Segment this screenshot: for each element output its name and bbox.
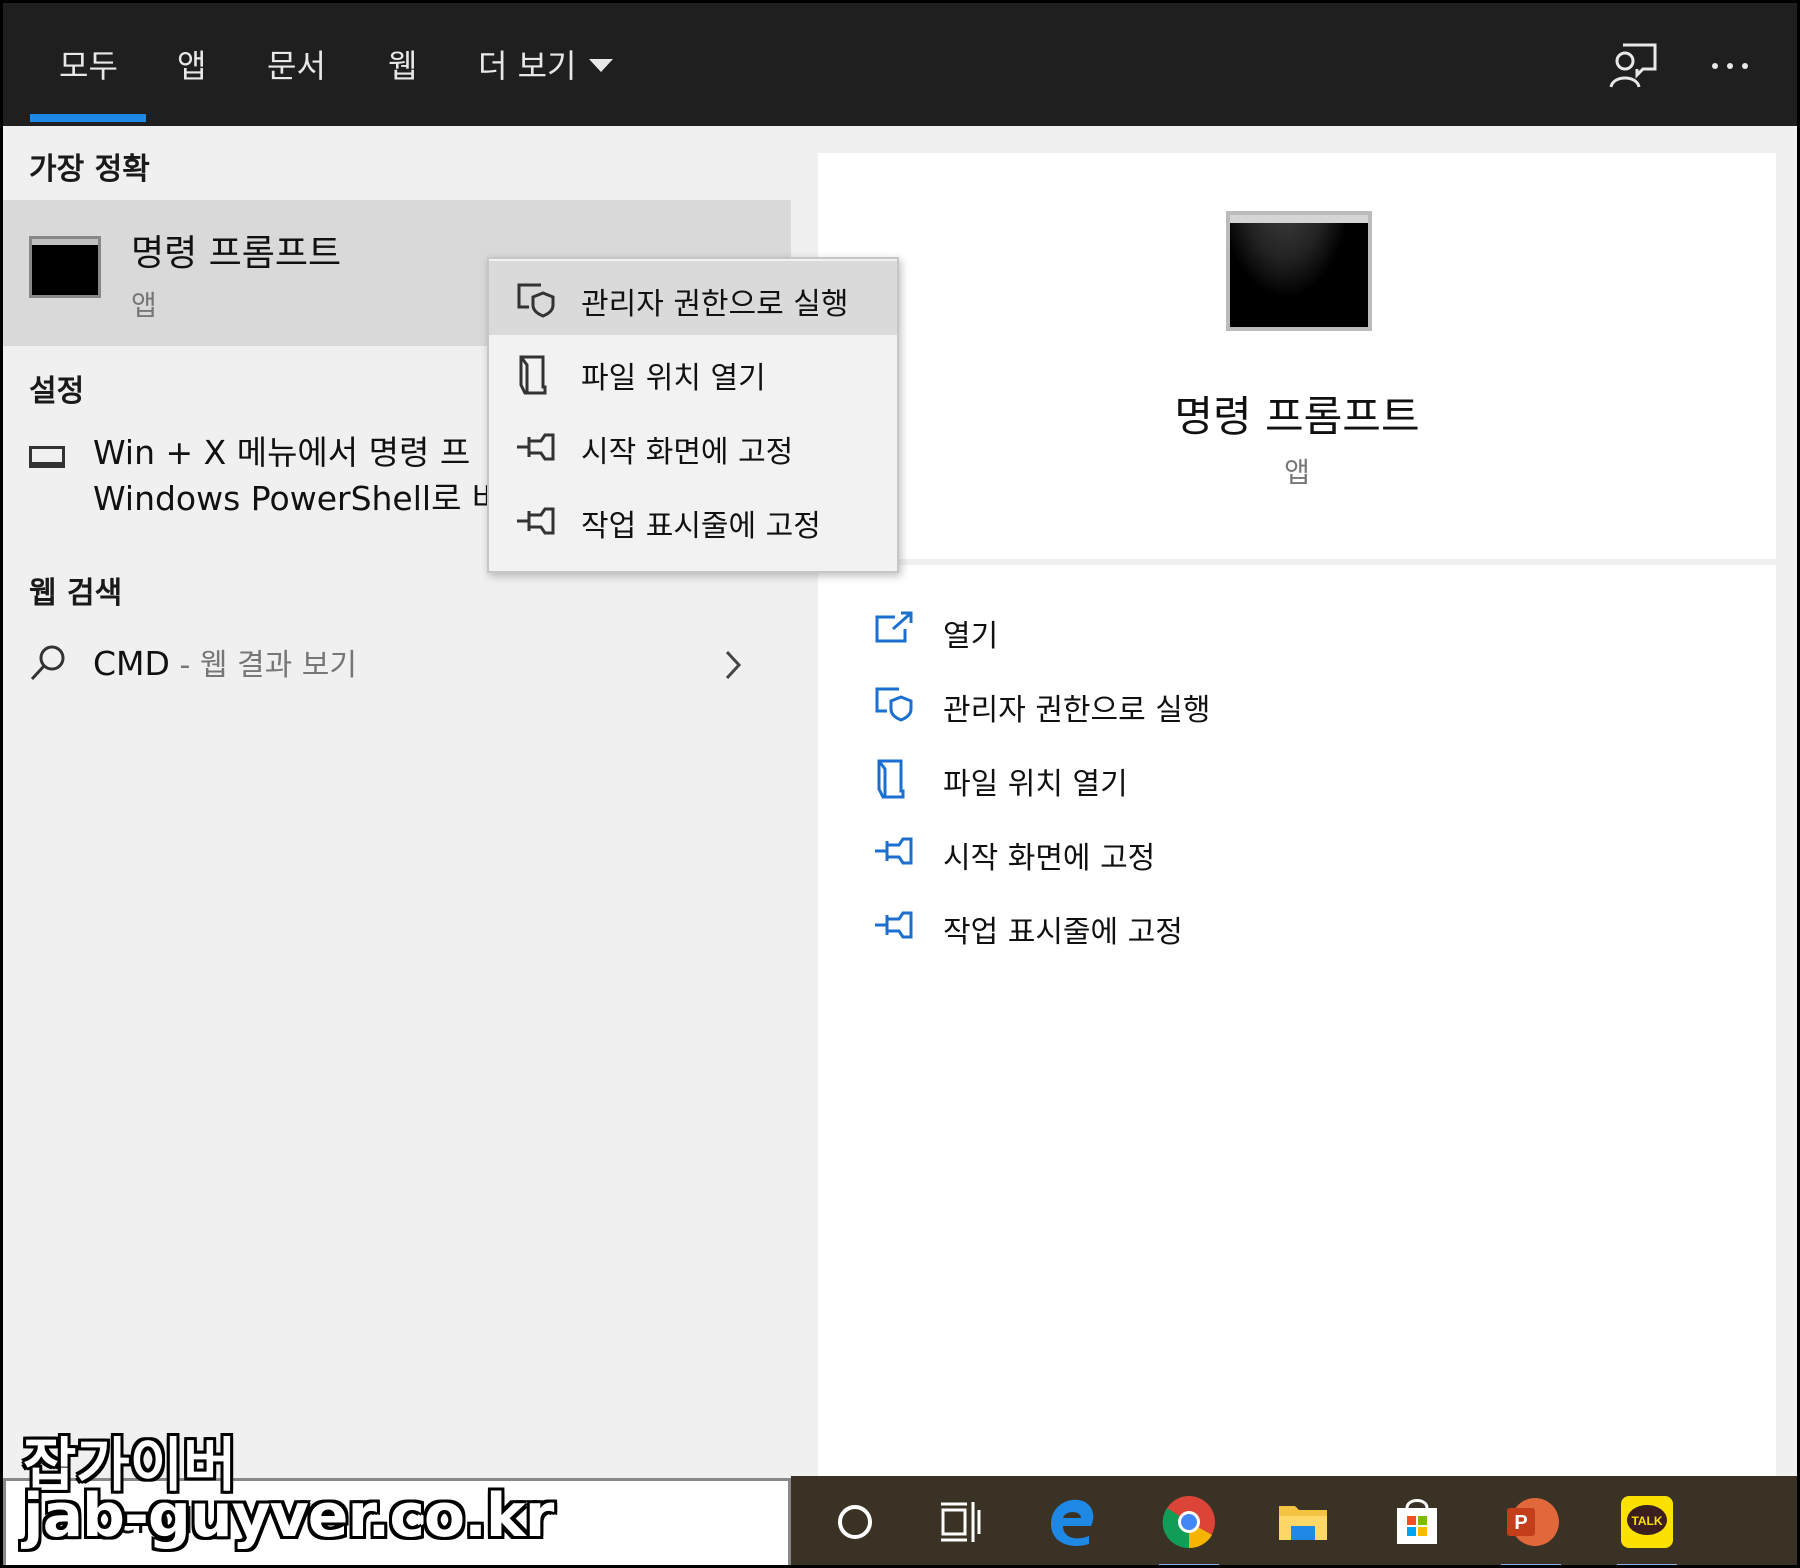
edge-icon[interactable]: [1043, 1492, 1103, 1552]
tab-more-label: 더 보기: [478, 47, 577, 85]
store-icon[interactable]: [1387, 1492, 1447, 1552]
task-view-icon[interactable]: [931, 1492, 991, 1552]
tab-all[interactable]: 모두: [59, 41, 118, 91]
action-label: 작업 표시줄에 고정: [943, 915, 1183, 950]
powerpoint-icon[interactable]: P: [1501, 1492, 1561, 1552]
action-open[interactable]: 열기: [873, 603, 1573, 659]
action-label: 관리자 권한으로 실행: [943, 693, 1211, 728]
preview-pane: 명령 프롬프트 앱 열기 관리자 권한으로 실행 파일 위치 열기 시작 화면에…: [818, 153, 1776, 1476]
web-search-text: CMD - 웹 결과 보기: [93, 640, 357, 684]
feedback-icon[interactable]: [1607, 39, 1661, 93]
pin-icon: [875, 911, 913, 939]
shield-window-icon: [875, 687, 913, 722]
settings-heading: 설정: [29, 374, 85, 409]
action-open-file-location[interactable]: 파일 위치 열기: [873, 751, 1573, 807]
action-label: 파일 위치 열기: [943, 767, 1128, 802]
menu-item-label: 작업 표시줄에 고정: [581, 509, 821, 544]
web-search-result[interactable]: CMD - 웹 결과 보기: [3, 626, 791, 706]
running-indicator: [1159, 1564, 1219, 1565]
taskbar: P TALK: [791, 1476, 1797, 1565]
running-indicator: [1501, 1564, 1561, 1565]
action-run-as-admin[interactable]: 관리자 권한으로 실행: [873, 677, 1573, 733]
menu-item-run-as-admin[interactable]: 관리자 권한으로 실행: [489, 261, 897, 335]
command-prompt-icon: [29, 236, 101, 298]
monitor-icon: [29, 446, 65, 468]
tab-apps[interactable]: 앱: [177, 41, 206, 91]
action-pin-to-taskbar[interactable]: 작업 표시줄에 고정: [873, 899, 1573, 955]
kakaotalk-label: TALK: [1631, 1514, 1662, 1528]
chevron-right-icon[interactable]: [721, 648, 745, 682]
menu-item-label: 파일 위치 열기: [581, 361, 766, 396]
shield-window-icon: [517, 283, 555, 318]
kakaotalk-icon[interactable]: TALK: [1617, 1492, 1677, 1552]
file-explorer-icon[interactable]: [1273, 1492, 1333, 1552]
cortana-icon[interactable]: [825, 1492, 885, 1552]
menu-item-label: 시작 화면에 고정: [581, 435, 794, 470]
tab-documents[interactable]: 문서: [267, 41, 326, 91]
folder-location-icon: [519, 355, 547, 395]
menu-item-pin-to-taskbar[interactable]: 작업 표시줄에 고정: [489, 483, 897, 557]
filter-tab-bar: 모두 앱 문서 웹 더 보기: [3, 3, 1797, 126]
menu-item-open-file-location[interactable]: 파일 위치 열기: [489, 335, 897, 409]
best-match-heading: 가장 정확: [29, 152, 150, 187]
pin-icon: [517, 433, 555, 461]
folder-location-icon: [877, 759, 905, 799]
search-window: 모두 앱 문서 웹 더 보기 가장 정확 명령 프롬프트 앱 설정 Win + …: [0, 0, 1800, 1568]
open-icon: [875, 611, 913, 643]
caret-down-icon: [588, 58, 613, 72]
pin-icon: [517, 507, 555, 535]
menu-item-label: 관리자 권한으로 실행: [581, 287, 849, 322]
search-icon: [30, 645, 65, 681]
action-pin-to-start[interactable]: 시작 화면에 고정: [873, 825, 1573, 881]
menu-item-pin-to-start[interactable]: 시작 화면에 고정: [489, 409, 897, 483]
pin-icon: [875, 837, 913, 865]
web-search-heading: 웹 검색: [29, 576, 123, 611]
preview-title: 명령 프롬프트: [1174, 392, 1420, 441]
web-suffix: 웹 결과 보기: [199, 648, 357, 683]
tab-web[interactable]: 웹: [388, 41, 417, 91]
web-query: CMD: [93, 644, 170, 683]
powerpoint-label: P: [1514, 1512, 1527, 1534]
chrome-icon[interactable]: [1159, 1492, 1219, 1552]
command-prompt-icon: [1226, 211, 1372, 331]
context-menu: 관리자 권한으로 실행 파일 위치 열기 시작 화면에 고정 작업 표시줄에 고…: [487, 257, 899, 573]
result-name: 명령 프롬프트: [131, 233, 342, 274]
action-label: 시작 화면에 고정: [943, 841, 1156, 876]
watermark-url: jab-guyver.co.kr: [23, 1481, 554, 1551]
active-tab-indicator: [30, 114, 146, 122]
divider: [818, 559, 1776, 565]
more-options-icon[interactable]: [1703, 39, 1757, 93]
web-dash: -: [169, 648, 200, 683]
result-type: 앱: [131, 289, 157, 322]
tab-more[interactable]: 더 보기: [478, 41, 613, 91]
preview-type: 앱: [1284, 456, 1310, 489]
running-indicator: [1617, 1564, 1677, 1565]
action-label: 열기: [943, 619, 999, 654]
